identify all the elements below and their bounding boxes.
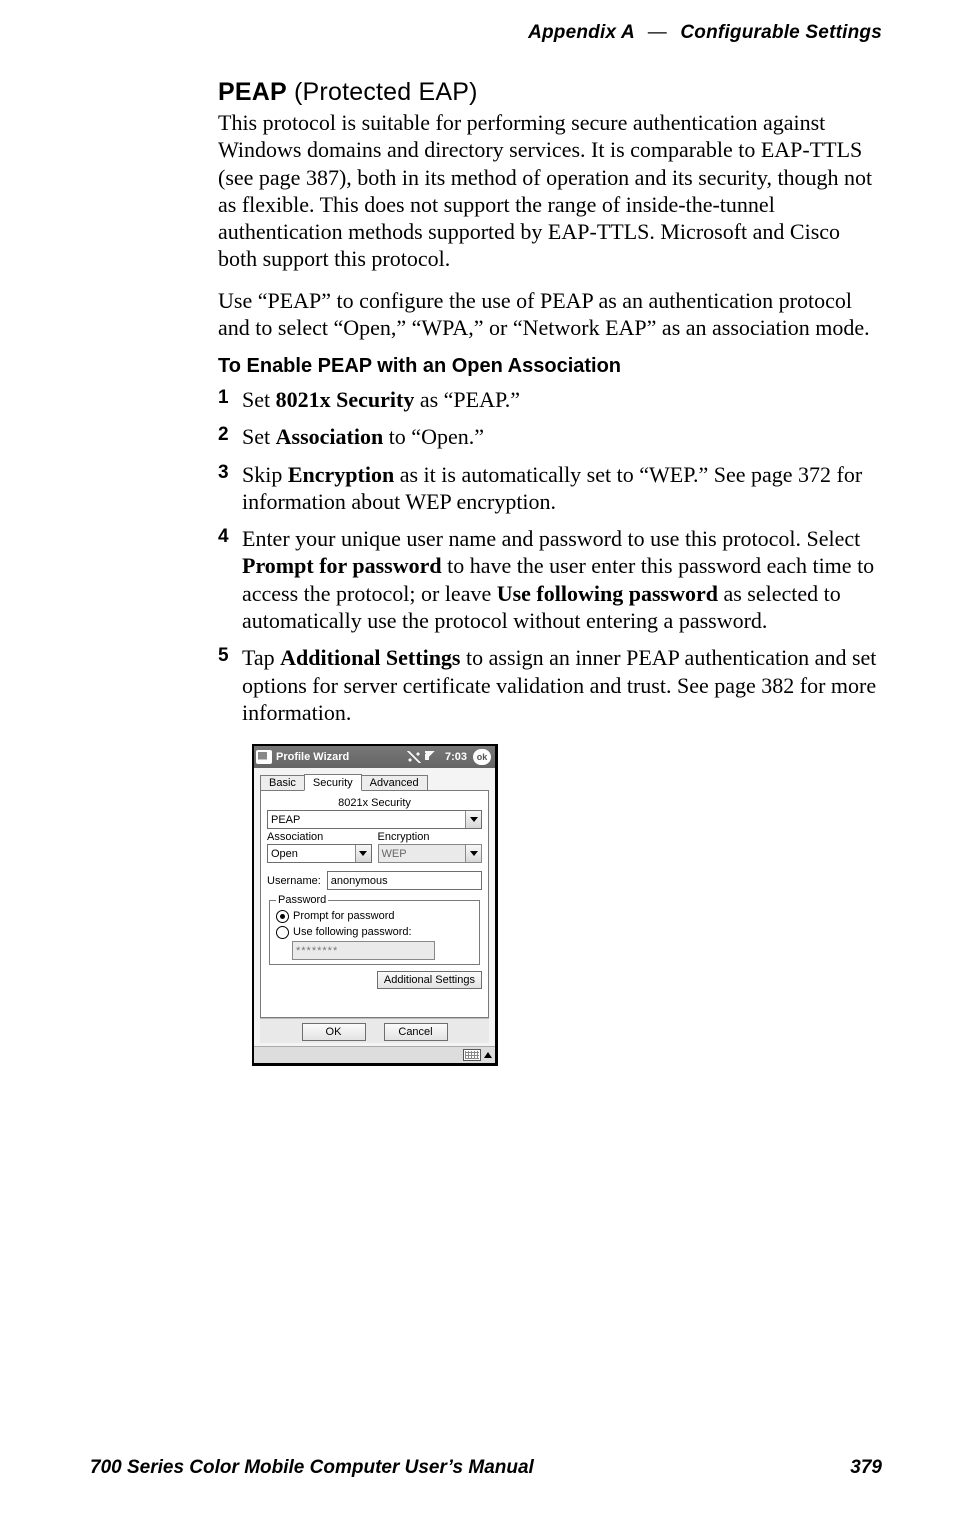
content: PEAP (Protected EAP) This protocol is su… (218, 78, 882, 1066)
tab-strip: Basic Security Advanced (260, 774, 489, 791)
paragraph-2: Use “PEAP” to configure the use of PEAP … (218, 287, 882, 342)
chevron-down-icon (465, 845, 481, 862)
step-2-bold: Association (276, 424, 384, 449)
encryption-combo-value: WEP (382, 848, 407, 860)
username-label: Username: (267, 875, 321, 887)
step-1: Set 8021x Security as “PEAP.” (218, 386, 882, 413)
association-combo-value: Open (271, 848, 298, 860)
password-masked: ******** (296, 945, 338, 957)
step-2-post: to “Open.” (383, 424, 484, 449)
step-1-post: as “PEAP.” (414, 387, 520, 412)
page: Appendix A — Configurable Settings PEAP … (0, 0, 972, 1521)
encryption-combo: WEP (378, 844, 483, 863)
chevron-down-icon[interactable] (465, 811, 481, 828)
section-title: PEAP (Protected EAP) (218, 78, 882, 107)
step-5: Tap Additional Settings to assign an inn… (218, 644, 882, 726)
title-paren: (Protected EAP) (287, 78, 478, 106)
radio-use-row[interactable]: Use following password: (276, 924, 473, 940)
ok-badge[interactable]: ok (473, 749, 491, 765)
enc-col: Encryption WEP (378, 831, 483, 863)
password-fieldset: Password Prompt for password Use followi… (269, 894, 480, 965)
title-bold: PEAP (218, 78, 287, 106)
step-4-bold2: Use following password (497, 581, 718, 606)
assoc-enc-row: Association Open Encryption WEP (267, 831, 482, 863)
step-1-bold: 8021x Security (276, 387, 415, 412)
tab-security[interactable]: Security (304, 774, 362, 791)
header-appendix: Appendix A (528, 22, 634, 43)
security-section-label: 8021x Security (267, 797, 482, 809)
step-3-bold: Encryption (288, 462, 394, 487)
additional-settings-row: Additional Settings (267, 971, 482, 989)
chevron-down-icon[interactable] (355, 845, 371, 862)
header-section: Configurable Settings (680, 22, 882, 43)
step-4: Enter your unique user name and password… (218, 525, 882, 634)
security-combo-value: PEAP (271, 814, 300, 826)
password-legend: Password (276, 894, 328, 906)
username-input[interactable]: anonymous (327, 871, 482, 890)
footer-title: 700 Series Color Mobile Computer User’s … (90, 1457, 534, 1479)
radio-use-label: Use following password: (293, 926, 412, 938)
device-screenshot: Profile Wizard 7:03 ok Basic Security Ad… (252, 744, 498, 1066)
window-titlebar: Profile Wizard 7:03 ok (254, 746, 495, 768)
step-5-pre: Tap (242, 645, 280, 670)
clock-label[interactable]: 7:03 (443, 751, 469, 763)
sip-arrow-up-icon[interactable] (484, 1052, 492, 1058)
assoc-col: Association Open (267, 831, 372, 863)
security-combo[interactable]: PEAP (267, 810, 482, 829)
step-4-pre: Enter your unique user name and password… (242, 526, 860, 551)
sip-taskbar (254, 1046, 495, 1063)
window-title: Profile Wizard (276, 751, 349, 763)
dialog-button-bar: OK Cancel (260, 1018, 489, 1043)
paragraph-1: This protocol is suitable for performing… (218, 109, 882, 273)
additional-settings-button[interactable]: Additional Settings (377, 971, 482, 989)
client-area: Basic Security Advanced 8021x Security P… (254, 768, 495, 1046)
steps-list: Set 8021x Security as “PEAP.” Set Associ… (218, 386, 882, 726)
association-combo[interactable]: Open (267, 844, 372, 863)
step-5-bold: Additional Settings (280, 645, 460, 670)
step-1-pre: Set (242, 387, 276, 412)
password-input: ******** (292, 941, 435, 960)
running-header: Appendix A — Configurable Settings (0, 22, 882, 44)
step-2-pre: Set (242, 424, 276, 449)
procedure-heading: To Enable PEAP with an Open Association (218, 355, 882, 378)
radio-selected-icon[interactable] (276, 910, 289, 923)
step-4-bold1: Prompt for password (242, 553, 442, 578)
tab-body: 8021x Security PEAP Association Open (260, 790, 489, 1018)
page-footer: 700 Series Color Mobile Computer User’s … (90, 1457, 882, 1479)
page-number: 379 (850, 1457, 882, 1479)
radio-prompt-row[interactable]: Prompt for password (276, 908, 473, 924)
step-3-pre: Skip (242, 462, 288, 487)
step-2: Set Association to “Open.” (218, 423, 882, 450)
assoc-label: Association (267, 831, 372, 843)
start-flag-icon[interactable] (256, 750, 272, 764)
username-row: Username: anonymous (267, 871, 482, 890)
ok-button[interactable]: OK (302, 1023, 366, 1041)
step-3: Skip Encryption as it is automatically s… (218, 461, 882, 516)
radio-unselected-icon[interactable] (276, 926, 289, 939)
network-icon[interactable] (407, 751, 421, 763)
header-dash: — (640, 22, 675, 43)
keyboard-icon[interactable] (463, 1049, 481, 1061)
radio-prompt-label: Prompt for password (293, 910, 394, 922)
cancel-button[interactable]: Cancel (384, 1023, 448, 1041)
username-value: anonymous (331, 875, 388, 887)
encryption-label: Encryption (378, 831, 483, 843)
volume-icon[interactable] (425, 751, 439, 763)
